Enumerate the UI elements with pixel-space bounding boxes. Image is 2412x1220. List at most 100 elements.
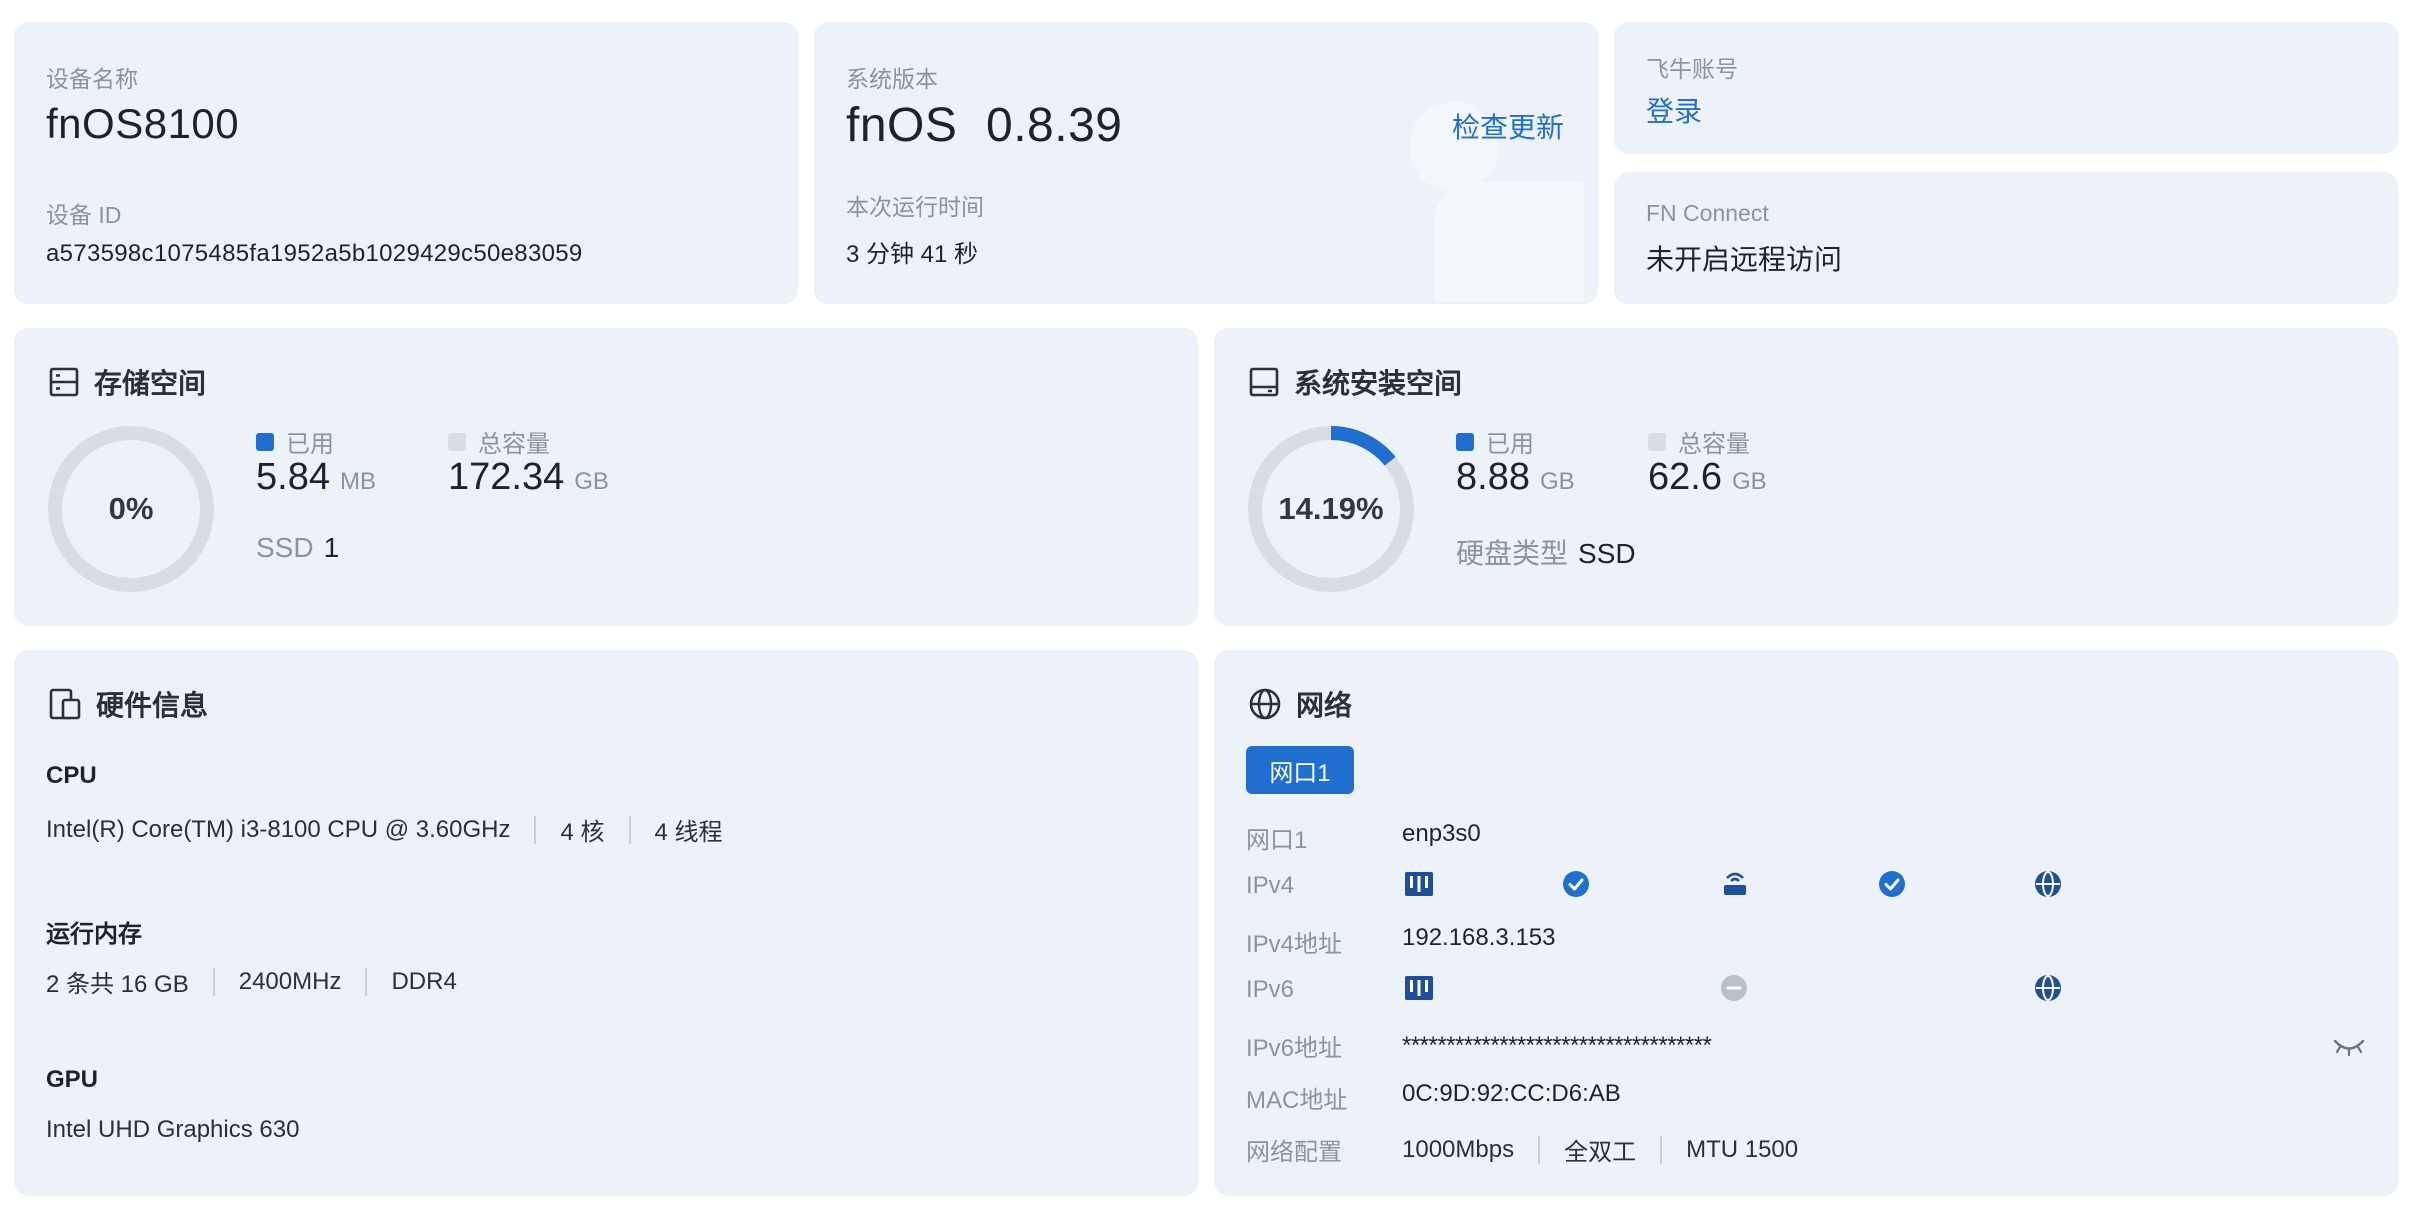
cpu-row: Intel(R) Core(TM) i3-8100 CPU @ 3.60GHz …: [46, 812, 723, 847]
used-swatch: [1456, 432, 1474, 451]
storage-total: 172.34 GB: [448, 456, 609, 499]
fn-connect-status: 未开启远程访问: [1646, 244, 1843, 275]
divider: [534, 815, 537, 844]
devices-icon: [49, 688, 81, 720]
check-icon: [1563, 871, 1589, 897]
tab-port-1[interactable]: 网口1: [1246, 746, 1354, 794]
disk-type: 硬盘类型 SSD: [1456, 532, 1636, 572]
network-card: 网络 网口1 网口1 enp3s0 IPv4 IPv4地址 192.168.3.…: [1214, 650, 2398, 1196]
storage-ssd: SSD 1: [256, 532, 339, 564]
used-swatch: [256, 432, 274, 451]
mac-address-label: MAC地址: [1246, 1087, 1348, 1114]
storage-ssd-count: 1: [323, 532, 340, 563]
disk-icon: [1249, 367, 1279, 397]
account-label: 飞牛账号: [1646, 56, 1738, 82]
device-name: fnOS8100: [46, 100, 240, 147]
network-header: 网络: [1248, 684, 1352, 724]
ipv6-label: IPv6: [1246, 976, 1295, 1003]
port-label: 网口1: [1246, 827, 1308, 854]
router-icon: [1724, 872, 1746, 895]
network-config-label: 网络配置: [1246, 1139, 1342, 1166]
disconnected-icon: [1721, 975, 1747, 1001]
internet-globe-icon: [2035, 871, 2061, 897]
sys-used-value: 8.88: [1456, 456, 1530, 498]
port-value: enp3s0: [1402, 820, 1481, 847]
storage-title: 存储空间: [94, 368, 207, 399]
memory-label: 运行内存: [46, 921, 142, 948]
gpu-row: Intel UHD Graphics 630: [46, 1116, 299, 1144]
device-name-label: 设备名称: [46, 66, 138, 92]
fn-connect-label: FN Connect: [1646, 200, 1769, 226]
system-version-label: 系统版本: [846, 66, 938, 92]
disk-type-label: 硬盘类型: [1456, 538, 1569, 569]
login-link[interactable]: 登录: [1646, 90, 1702, 130]
system-storage-header: 系统安装空间: [1248, 362, 1462, 402]
hardware-header: 硬件信息: [48, 684, 208, 724]
system-storage-percent: 14.19%: [1278, 491, 1384, 526]
sys-used: 8.88 GB: [1456, 456, 1575, 499]
gpu-model: Intel UHD Graphics 630: [46, 1116, 300, 1143]
memory-row: 2 条共 16 GB 2400MHz DDR4: [46, 964, 457, 999]
storage-used-label: 已用: [286, 431, 334, 458]
gpu-label: GPU: [46, 1066, 99, 1093]
hardware-card: 硬件信息 CPU Intel(R) Core(TM) i3-8100 CPU @…: [14, 650, 1198, 1196]
storage-used-value: 5.84: [256, 456, 330, 498]
system-storage-card: 系统安装空间 14.19% 已用 8.88 GB 总容量 62.6 GB 硬盘类型 S…: [1214, 328, 2398, 626]
storage-total-legend: 总容量: [448, 424, 550, 459]
network-port-icon: [1405, 976, 1433, 1000]
cpu-cores: 4 核: [560, 819, 605, 846]
link-speed: 1000Mbps: [1402, 1135, 1515, 1163]
device-id: a573598c1075485fa1952a5b1029429c50e83059: [46, 240, 583, 267]
storage-total-value: 172.34: [448, 456, 565, 498]
sys-total-unit: GB: [1731, 468, 1767, 495]
divider: [365, 967, 368, 996]
device-id-label: 设备 ID: [46, 202, 122, 228]
storage-card: 存储空间 0% 已用 5.84 MB 总容量 172.34 GB SSD 1: [14, 328, 1198, 626]
memory-type: DDR4: [391, 967, 457, 995]
sys-used-unit: GB: [1539, 468, 1575, 495]
internet-globe-icon: [2035, 975, 2061, 1001]
storage-header: 存储空间: [48, 362, 206, 402]
ipv6-address: ***********************************: [1402, 1032, 1712, 1059]
hardware-title: 硬件信息: [96, 690, 209, 721]
sys-used-label: 已用: [1486, 431, 1534, 458]
ipv4-label: IPv4: [1246, 872, 1295, 899]
device-card: 设备名称 fnOS8100 设备 ID a573598c1075485fa195…: [14, 22, 798, 304]
storage-ssd-label: SSD: [256, 532, 314, 563]
ipv4-status-path: [1440, 882, 1995, 886]
network-config-row: 1000Mbps 全双工 MTU 1500: [1402, 1132, 1798, 1167]
check-icon: [1879, 871, 1905, 897]
sys-used-legend: 已用: [1456, 424, 1534, 459]
divider: [1538, 1135, 1541, 1164]
mtu: MTU 1500: [1686, 1135, 1799, 1163]
os-version: 0.8.39: [986, 99, 1123, 152]
storage-used: 5.84 MB: [256, 456, 376, 499]
ipv6-address-label: IPv6地址: [1246, 1035, 1343, 1062]
divider: [212, 967, 215, 996]
divider: [628, 815, 631, 844]
eye-closed-icon[interactable]: [2332, 1036, 2366, 1058]
ipv4-address-label: IPv4地址: [1246, 931, 1343, 958]
cpu-threads: 4 线程: [654, 819, 723, 846]
total-swatch: [1648, 432, 1666, 451]
memory-size: 2 条共 16 GB: [46, 971, 189, 998]
check-update-link[interactable]: 检查更新: [1452, 106, 1564, 146]
globe-icon: [1249, 688, 1281, 720]
network-port-icon: [1405, 872, 1433, 896]
os-name: fnOS: [846, 99, 958, 152]
cpu-label: CPU: [46, 762, 97, 789]
storage-icon: [49, 367, 79, 397]
fn-connect-card: FN Connect 未开启远程访问: [1614, 172, 2398, 304]
storage-total-unit: GB: [574, 468, 609, 495]
system-storage-title: 系统安装空间: [1294, 368, 1463, 399]
system-version-card: 系统版本 fnOS 0.8.39 检查更新 本次运行时间 3 分钟 41 秒: [814, 22, 1598, 304]
sys-total-value: 62.6: [1648, 456, 1722, 498]
storage-used-unit: MB: [339, 468, 376, 495]
uptime-label: 本次运行时间: [846, 194, 984, 220]
storage-used-legend: 已用: [256, 424, 334, 459]
total-swatch: [448, 432, 466, 451]
cpu-model: Intel(R) Core(TM) i3-8100 CPU @ 3.60GHz: [46, 815, 511, 843]
network-title: 网络: [1296, 690, 1353, 721]
disk-type-value: SSD: [1578, 538, 1636, 569]
account-card: 飞牛账号 登录: [1614, 22, 2398, 154]
